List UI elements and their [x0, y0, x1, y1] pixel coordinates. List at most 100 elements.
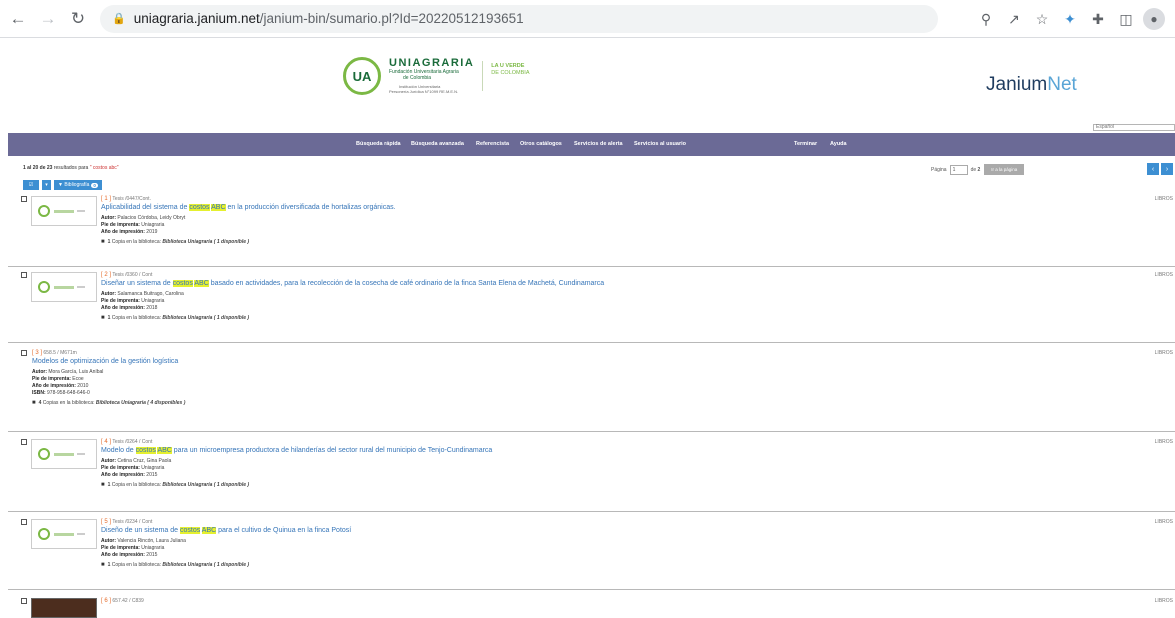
record-thumbnail[interactable] [31, 272, 97, 302]
book-icon: ■ [101, 562, 105, 568]
record-checkbox[interactable] [21, 519, 27, 525]
prev-page-icon[interactable]: ‹ [1147, 163, 1159, 175]
record-isbn: 978-958-648-646-0 [47, 390, 90, 396]
record-copies[interactable]: ■ 1 Copia en la biblioteca: Biblioteca Un… [101, 239, 396, 245]
record-checkbox[interactable] [21, 439, 27, 445]
record-thumbnail[interactable] [31, 439, 97, 469]
record-callnumber: Tesis /0264 / Cont [112, 439, 153, 445]
select-dropdown-icon[interactable]: ▾ [42, 180, 51, 190]
nav-referencista[interactable]: Referencista [476, 141, 509, 147]
record-author: Valencia Rincón, Laura Juliana [117, 538, 186, 544]
record-year: 2015 [146, 552, 158, 558]
record-author: Cetina Cruz, Gina Paola [117, 458, 172, 464]
record-year: 2018 [146, 305, 158, 311]
janiumnet-logo[interactable]: JaniumNet [986, 74, 1077, 96]
bibliography-button[interactable]: ▼ Bibliografía 0 [54, 180, 102, 190]
language-select[interactable]: Español [1093, 124, 1175, 131]
janium-text: Janium [986, 74, 1048, 95]
share-icon[interactable]: ↗ [1003, 7, 1025, 31]
profile-avatar[interactable]: ● [1143, 7, 1165, 31]
record-copies[interactable]: ■ 1 Copia en la biblioteca: Biblioteca Un… [101, 562, 351, 568]
record-thumbnail[interactable] [31, 519, 97, 549]
record-title[interactable]: Aplicabilidad del sistema de costos ABC … [101, 204, 396, 211]
url-host: uniagraria.janium.net [133, 11, 260, 26]
go-to-page-button[interactable]: Ir a la página [984, 164, 1025, 175]
record-thumbnail[interactable] [31, 598, 97, 618]
page-number-input[interactable]: 1 [949, 164, 968, 175]
nav-servicios-usuario[interactable]: Servicios al usuario [634, 141, 686, 147]
zoom-icon[interactable]: ⚲ [975, 7, 997, 31]
record-number: [ 5 ] [101, 519, 112, 525]
record-callnumber: 657.42 / C839 [112, 598, 144, 604]
record-type: LIBROS [1154, 272, 1173, 278]
record-number: [ 3 ] [32, 350, 43, 356]
nav-ayuda[interactable]: Ayuda [830, 141, 847, 147]
extension-feather-icon[interactable]: ✦ [1059, 7, 1081, 31]
book-icon: ■ [101, 315, 105, 321]
record-checkbox[interactable] [21, 196, 27, 202]
record-type: LIBROS [1154, 350, 1173, 356]
record-title[interactable]: Diseño de un sistema de costos ABC para … [101, 527, 351, 534]
nav-busqueda-rapida[interactable]: Búsqueda rápida [356, 141, 401, 147]
lock-icon[interactable]: 🔒 [112, 12, 126, 25]
reload-icon[interactable]: ↻ [66, 7, 90, 31]
bibliography-count-badge: 0 [91, 182, 98, 188]
select-checkbox-button[interactable]: ☑ [23, 180, 39, 190]
record-publisher: Uniagraria [141, 222, 165, 228]
results-range: 1 al 20 de 23 [23, 165, 53, 171]
url-path: /janium-bin/sumario.pl?Id=20220512193651 [259, 11, 524, 26]
record-callnumber: Tesis /0447/Cont. [112, 196, 151, 202]
book-icon: ■ [101, 239, 105, 245]
forward-icon[interactable]: → [36, 7, 60, 31]
record-copies[interactable]: ■ 1 Copia en la biblioteca: Biblioteca Un… [101, 482, 492, 488]
record-publisher: Uniagraria [141, 545, 165, 551]
record-checkbox[interactable] [21, 272, 27, 278]
record-year: 2019 [146, 229, 158, 235]
result-record: [ 6 ] 657.42 / C839 LIBROS [8, 596, 1175, 618]
extensions-puzzle-icon[interactable]: ✚ [1087, 7, 1109, 31]
nav-servicios-alerta[interactable]: Servicios de alerta [574, 141, 623, 147]
back-icon[interactable]: ← [6, 7, 30, 31]
record-title[interactable]: Modelos de optimización de la gestión lo… [32, 358, 185, 365]
record-number: [ 1 ] [101, 196, 112, 202]
results-label: resultados para [53, 165, 89, 171]
address-bar[interactable]: 🔒 uniagraria.janium.net/janium-bin/sumar… [100, 4, 938, 33]
results-query: " costos abc" [89, 165, 119, 171]
site-header: UA UNIAGRARIA Fundación Universitaria Ag… [0, 39, 1175, 132]
record-type: LIBROS [1154, 598, 1173, 604]
result-record: [ 4 ] Tesis /0264 / Cont Modelo de costo… [8, 437, 1175, 512]
page-label: Página [931, 166, 947, 173]
next-page-icon[interactable]: › [1161, 163, 1173, 175]
record-copies[interactable]: ■ 4 Copias en la biblioteca: Biblioteca U… [32, 400, 185, 406]
record-number: [ 2 ] [101, 272, 112, 278]
record-checkbox[interactable] [21, 350, 27, 356]
record-callnumber: Tesis /0234 / Cont [112, 519, 153, 525]
uniagraria-logo[interactable]: UA UNIAGRARIA Fundación Universitaria Ag… [343, 57, 529, 95]
record-type: LIBROS [1154, 519, 1173, 525]
record-checkbox[interactable] [21, 598, 27, 604]
bookmark-star-icon[interactable]: ☆ [1031, 7, 1053, 31]
result-record: [ 3 ] 658.5 / M671m Modelos de optimizac… [8, 348, 1175, 432]
record-title[interactable]: Modelo de costos ABC para un microempres… [101, 447, 492, 454]
record-callnumber: 658.5 / M671m [43, 350, 77, 356]
nav-busqueda-avanzada[interactable]: Búsqueda avanzada [411, 141, 464, 147]
record-publisher: Ecoe [72, 376, 84, 382]
ua-name: UNIAGRARIA [389, 57, 475, 69]
record-thumbnail[interactable] [31, 196, 97, 226]
book-icon: ■ [32, 400, 36, 406]
nav-otros-catalogos[interactable]: Otros catálogos [520, 141, 562, 147]
record-number: [ 4 ] [101, 439, 112, 445]
record-year: 2015 [146, 472, 158, 478]
record-publisher: Uniagraria [141, 465, 165, 471]
logo-divider [482, 61, 484, 91]
record-year: 2010 [77, 383, 89, 389]
nav-terminar[interactable]: Terminar [794, 141, 817, 147]
record-type: LIBROS [1154, 196, 1173, 202]
janium-net-text: Net [1047, 74, 1077, 95]
side-panel-icon[interactable]: ◫ [1115, 7, 1137, 31]
ua-slogan-1: LA U VERDE [491, 63, 525, 69]
record-title[interactable]: Diseñar un sistema de costos ABC basado … [101, 280, 604, 287]
results-count: 1 al 20 de 23 resultados para " costos a… [23, 165, 119, 171]
record-copies[interactable]: ■ 1 Copia en la biblioteca: Biblioteca Un… [101, 315, 604, 321]
book-icon: ■ [101, 482, 105, 488]
